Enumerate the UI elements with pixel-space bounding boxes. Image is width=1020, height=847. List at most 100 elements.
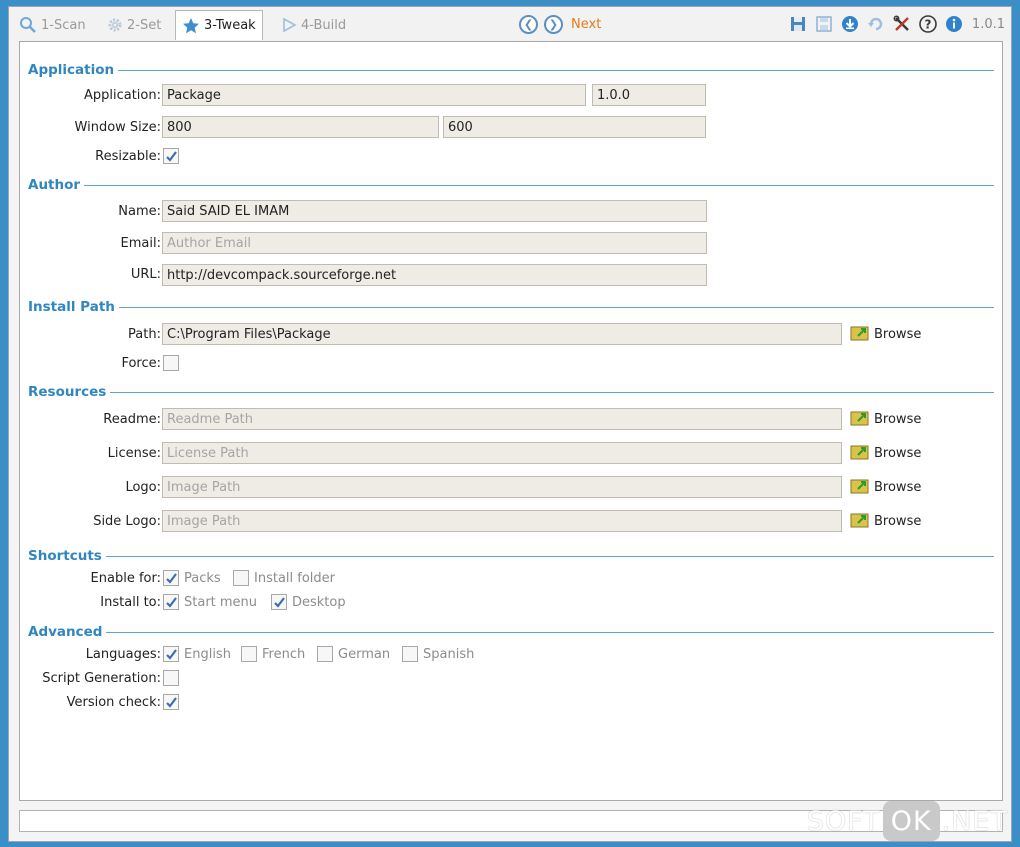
help-icon[interactable]: ? bbox=[918, 14, 938, 34]
resizable-label: Resizable: bbox=[95, 149, 161, 164]
checkmark-icon bbox=[165, 696, 177, 708]
side-logo-path-input[interactable] bbox=[162, 510, 842, 532]
logo-path-input[interactable] bbox=[162, 476, 842, 498]
checkmark-icon bbox=[165, 572, 177, 584]
section-shortcuts: Shortcuts bbox=[28, 548, 994, 564]
side-logo-browse-button[interactable]: Browse bbox=[850, 511, 921, 531]
resizable-checkbox[interactable] bbox=[163, 148, 179, 164]
packs-label: Packs bbox=[184, 571, 221, 586]
script-generation-label: Script Generation: bbox=[42, 671, 161, 686]
next-button[interactable]: Next bbox=[571, 17, 601, 32]
info-icon[interactable] bbox=[944, 14, 964, 34]
readme-path-input[interactable] bbox=[162, 408, 842, 430]
name-label: Name: bbox=[118, 204, 161, 219]
app-window: 1-Scan 2-Set 3-Tweak 4-Build ❮ ❯ Next ? … bbox=[8, 6, 1012, 842]
section-title: Application bbox=[28, 62, 115, 78]
previous-icon[interactable]: ❮ bbox=[519, 14, 538, 34]
section-title: Author bbox=[28, 177, 81, 193]
french-checkbox[interactable] bbox=[241, 646, 257, 662]
section-author: Author bbox=[28, 177, 994, 193]
install-folder-label: Install folder bbox=[254, 571, 336, 586]
application-label: Application: bbox=[83, 88, 161, 103]
browse-label: Browse bbox=[874, 411, 922, 427]
next-icon[interactable]: ❯ bbox=[544, 14, 563, 34]
install-path-input[interactable] bbox=[162, 323, 842, 345]
gear-icon bbox=[107, 17, 123, 33]
section-advanced: Advanced bbox=[28, 624, 994, 640]
script-generation-checkbox[interactable] bbox=[163, 670, 179, 686]
undo-icon[interactable] bbox=[866, 14, 886, 34]
author-email-input[interactable] bbox=[162, 232, 707, 254]
version-check-label: Version check: bbox=[66, 695, 161, 710]
spanish-checkbox[interactable] bbox=[402, 646, 418, 662]
license-browse-button[interactable]: Browse bbox=[850, 443, 921, 463]
tab-label: 3-Tweak bbox=[204, 18, 256, 33]
version-check-checkbox[interactable] bbox=[163, 694, 179, 710]
window-size-label: Window Size: bbox=[74, 120, 161, 135]
packs-checkbox[interactable] bbox=[163, 570, 179, 586]
watermark-right: .NET bbox=[941, 805, 1008, 837]
checkmark-icon bbox=[165, 648, 177, 660]
install-to-label: Install to: bbox=[100, 595, 161, 610]
enable-for-label: Enable for: bbox=[90, 571, 161, 586]
toolbar: 1-Scan 2-Set 3-Tweak 4-Build ❮ ❯ Next ? … bbox=[9, 7, 1011, 41]
folder-icon bbox=[850, 443, 869, 464]
window-width-input[interactable] bbox=[162, 116, 439, 138]
install-folder-checkbox[interactable] bbox=[233, 570, 249, 586]
step-navigation: ❮ ❯ Next bbox=[519, 13, 601, 35]
tools-icon[interactable] bbox=[892, 14, 912, 34]
force-checkbox[interactable] bbox=[163, 355, 179, 371]
start-menu-checkbox[interactable] bbox=[163, 594, 179, 610]
play-icon bbox=[281, 17, 297, 33]
save-as-icon[interactable] bbox=[814, 14, 834, 34]
logo-label: Logo: bbox=[125, 480, 161, 495]
license-path-input[interactable] bbox=[162, 442, 842, 464]
folder-icon bbox=[850, 324, 869, 345]
german-checkbox[interactable] bbox=[317, 646, 333, 662]
browse-label: Browse bbox=[874, 513, 922, 529]
tab-set[interactable]: 2-Set bbox=[101, 11, 167, 39]
readme-browse-button[interactable]: Browse bbox=[850, 409, 921, 429]
window-height-input[interactable] bbox=[443, 116, 706, 138]
tweak-panel: Application Application: Window Size: Re… bbox=[19, 41, 1003, 801]
license-label: License: bbox=[107, 446, 161, 461]
email-label: Email: bbox=[120, 236, 161, 251]
tab-label: 2-Set bbox=[127, 17, 162, 33]
section-title: Shortcuts bbox=[28, 548, 102, 564]
tab-tweak[interactable]: 3-Tweak bbox=[175, 10, 263, 40]
browse-label: Browse bbox=[874, 326, 922, 342]
english-label: English bbox=[184, 647, 231, 662]
folder-icon bbox=[850, 409, 869, 430]
checkmark-icon bbox=[165, 596, 177, 608]
browse-label: Browse bbox=[874, 479, 922, 495]
folder-icon bbox=[850, 511, 869, 532]
download-icon[interactable] bbox=[840, 14, 860, 34]
desktop-label: Desktop bbox=[292, 595, 346, 610]
author-name-input[interactable] bbox=[162, 200, 707, 222]
save-icon[interactable] bbox=[788, 14, 808, 34]
svg-text:?: ? bbox=[924, 18, 931, 32]
french-label: French bbox=[262, 647, 306, 662]
section-resources: Resources bbox=[28, 384, 994, 400]
watermark: SOFT OK .NET bbox=[807, 801, 1008, 841]
tab-scan[interactable]: 1-Scan bbox=[13, 11, 92, 39]
tab-label: 1-Scan bbox=[41, 17, 86, 33]
install-path-browse-button[interactable]: Browse bbox=[850, 324, 921, 344]
readme-label: Readme: bbox=[103, 412, 161, 427]
logo-browse-button[interactable]: Browse bbox=[850, 477, 921, 497]
tab-build[interactable]: 4-Build bbox=[275, 11, 352, 39]
force-label: Force: bbox=[121, 356, 161, 371]
start-menu-label: Start menu bbox=[184, 595, 258, 610]
url-label: URL: bbox=[130, 267, 161, 282]
application-version-input[interactable] bbox=[592, 84, 706, 106]
version-label: 1.0.1 bbox=[971, 16, 1005, 32]
desktop-checkbox[interactable] bbox=[271, 594, 287, 610]
application-name-input[interactable] bbox=[162, 84, 586, 106]
section-title: Advanced bbox=[28, 624, 103, 640]
english-checkbox[interactable] bbox=[163, 646, 179, 662]
checkmark-icon bbox=[165, 150, 177, 162]
author-url-input[interactable] bbox=[162, 264, 707, 286]
german-label: German bbox=[338, 647, 391, 662]
side-logo-label: Side Logo: bbox=[93, 514, 161, 529]
browse-label: Browse bbox=[874, 445, 922, 461]
